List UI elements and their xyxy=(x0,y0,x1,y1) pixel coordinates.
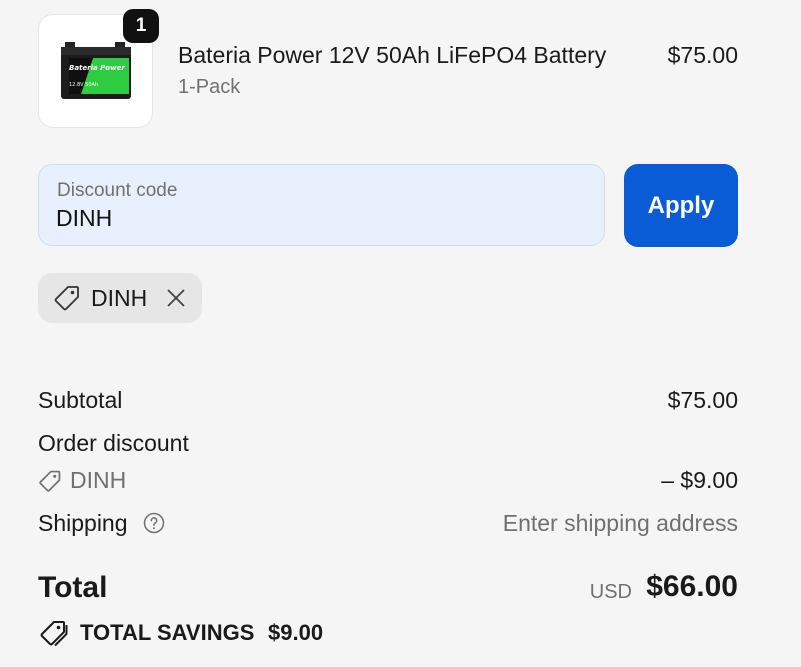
currency-code: USD xyxy=(589,581,632,603)
product-variant: 1-Pack xyxy=(178,76,241,98)
total-savings-value: $9.00 xyxy=(268,620,324,645)
applied-discount-code: DINH xyxy=(91,285,148,311)
applied-discount-chip: DINH xyxy=(38,273,202,323)
subtotal-label: Subtotal xyxy=(38,387,123,413)
apply-button[interactable]: Apply xyxy=(624,164,738,247)
battery-image: Bateria Power 12.8V 50Ah xyxy=(61,42,131,99)
total-savings-label: TOTAL SAVINGS xyxy=(80,620,255,645)
help-icon[interactable] xyxy=(143,512,165,534)
discount-code-label: Discount code xyxy=(57,180,178,201)
total-value: $66.00 xyxy=(646,570,738,603)
order-discount-label: Order discount xyxy=(38,430,189,456)
discount-code-field[interactable]: Discount code xyxy=(38,164,605,246)
close-icon[interactable] xyxy=(166,288,186,308)
shipping-value: Enter shipping address xyxy=(502,510,738,536)
order-discount-value: – $9.00 xyxy=(661,467,738,493)
tag-icon xyxy=(54,286,79,311)
product-price: $75.00 xyxy=(667,42,738,68)
shipping-label: Shipping xyxy=(38,510,128,536)
discount-code-input[interactable] xyxy=(56,205,576,232)
battery-brand-text: Bateria Power xyxy=(69,64,125,72)
quantity-badge: 1 xyxy=(123,9,159,43)
total-label: Total xyxy=(38,571,108,604)
tag-icon xyxy=(39,470,61,492)
product-name: Bateria Power 12V 50Ah LiFePO4 Battery xyxy=(178,42,607,68)
order-discount-code: DINH xyxy=(70,467,127,493)
battery-spec-text: 12.8V 50Ah xyxy=(69,82,98,88)
savings-tag-icon xyxy=(40,621,68,647)
subtotal-value: $75.00 xyxy=(667,387,738,413)
